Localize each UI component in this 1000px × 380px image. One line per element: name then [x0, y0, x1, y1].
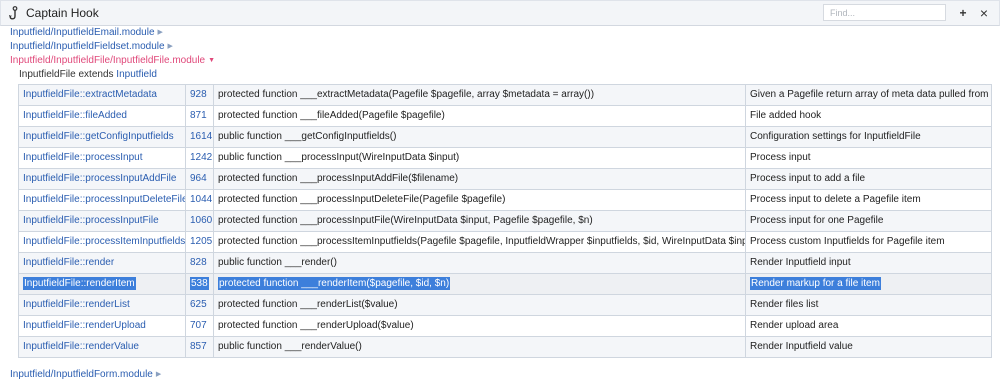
line-number: 1060 [185, 210, 214, 232]
hook-name[interactable]: InputfieldFile::renderList [18, 294, 186, 316]
hook-name[interactable]: InputfieldFile::processInputFile [18, 210, 186, 232]
line-number: 707 [185, 315, 214, 337]
table-row[interactable]: InputfieldFile::processInputAddFile 964 … [18, 168, 992, 190]
hook-signature: public function ___renderValue() [213, 336, 746, 358]
close-button[interactable]: × [973, 3, 995, 23]
line-number: 538 [190, 277, 209, 290]
hook-name[interactable]: InputfieldFile::processInputDeleteFile [18, 189, 186, 211]
hook-signature: public function ___render() [213, 252, 746, 274]
hook-description: Render Inputfield input [745, 252, 992, 274]
hook-signature: protected function ___fileAdded(Pagefile… [213, 105, 746, 127]
collapse-arrow-icon: ▼ [208, 57, 216, 64]
parent-class-link[interactable]: Inputfield [116, 69, 157, 80]
hook-signature: protected function ___processInputFile(W… [213, 210, 746, 232]
line-number: 857 [185, 336, 214, 358]
hook-name[interactable]: InputfieldFile::renderItem [23, 277, 136, 290]
hook-description: Process input to delete a Pagefile item [745, 189, 992, 211]
hook-signature: protected function ___processInputDelete… [213, 189, 746, 211]
hook-description: Process input to add a file [745, 168, 992, 190]
table-row[interactable]: InputfieldFile::renderUpload 707 protect… [18, 315, 992, 337]
module-link[interactable]: Inputfield/InputfieldForm.module ▶ [10, 369, 161, 380]
hook-name[interactable]: InputfieldFile::render [18, 252, 186, 274]
hook-signature: protected function ___renderItem($pagefi… [218, 277, 451, 290]
line-number: 1242 [185, 147, 214, 169]
hook-description: Process input for one Pagefile [745, 210, 992, 232]
line-number: 1205 [185, 231, 214, 253]
line-number: 871 [185, 105, 214, 127]
hook-signature: protected function ___processInputAddFil… [213, 168, 746, 190]
module-link[interactable]: Inputfield/InputfieldFieldset.module ▶ [10, 41, 173, 52]
hook-description: Render Inputfield value [745, 336, 992, 358]
hook-description: Render files list [745, 294, 992, 316]
table-row[interactable]: InputfieldFile::processItemInputfields 1… [18, 231, 992, 253]
hook-name[interactable]: InputfieldFile::processInputAddFile [18, 168, 186, 190]
hook-description: Render upload area [745, 315, 992, 337]
table-row-selected[interactable]: InputfieldFile::renderItem 538 protected… [18, 273, 992, 295]
expand-arrow-icon: ▶ [167, 43, 173, 50]
add-button[interactable]: + [952, 3, 974, 23]
line-number: 964 [185, 168, 214, 190]
hook-name[interactable]: InputfieldFile::fileAdded [18, 105, 186, 127]
line-number: 625 [185, 294, 214, 316]
table-row[interactable]: InputfieldFile::renderList 625 protected… [18, 294, 992, 316]
app-title: Captain Hook [26, 6, 99, 20]
hooks-table: InputfieldFile::extractMetadata 928 prot… [18, 84, 992, 358]
table-row[interactable]: InputfieldFile::getConfigInputfields 161… [18, 126, 992, 148]
hook-icon [9, 6, 18, 20]
hook-description: Given a Pagefile return array of meta da… [745, 84, 992, 106]
module-label: Inputfield/InputfieldFile/InputfieldFile… [10, 55, 206, 66]
hook-signature: public function ___processInput(WireInpu… [213, 147, 746, 169]
class-name: InputfieldFile [19, 69, 76, 80]
hook-description: Configuration settings for InputfieldFil… [745, 126, 992, 148]
module-label: Inputfield/InputfieldEmail.module [10, 27, 155, 38]
extends-line: InputfieldFile extends Inputfield [19, 69, 157, 80]
hook-description: Process custom Inputfields for Pagefile … [745, 231, 992, 253]
hook-name[interactable]: InputfieldFile::processItemInputfields [18, 231, 186, 253]
hook-signature: protected function ___renderUpload($valu… [213, 315, 746, 337]
extends-keyword: extends [78, 69, 114, 80]
module-label: Inputfield/InputfieldForm.module [10, 369, 153, 380]
table-row[interactable]: InputfieldFile::processInputFile 1060 pr… [18, 210, 992, 232]
table-row[interactable]: InputfieldFile::fileAdded 871 protected … [18, 105, 992, 127]
hook-description-cell: Render markup for a file item [745, 273, 992, 295]
table-row[interactable]: InputfieldFile::processInput 1242 public… [18, 147, 992, 169]
table-row[interactable]: InputfieldFile::extractMetadata 928 prot… [18, 84, 992, 106]
hook-name[interactable]: InputfieldFile::extractMetadata [18, 84, 186, 106]
hook-name[interactable]: InputfieldFile::renderValue [18, 336, 186, 358]
expand-arrow-icon: ▶ [157, 29, 163, 36]
hook-name[interactable]: InputfieldFile::renderUpload [18, 315, 186, 337]
hook-signature: protected function ___extractMetadata(Pa… [213, 84, 746, 106]
hook-signature: protected function ___processItemInputfi… [213, 231, 746, 253]
hook-name[interactable]: InputfieldFile::getConfigInputfields [18, 126, 186, 148]
hook-name[interactable]: InputfieldFile::processInput [18, 147, 186, 169]
hook-description: File added hook [745, 105, 992, 127]
hook-description: Render markup for a file item [750, 277, 881, 290]
table-row[interactable]: InputfieldFile::renderValue 857 public f… [18, 336, 992, 358]
line-number: 828 [185, 252, 214, 274]
table-row[interactable]: InputfieldFile::render 828 public functi… [18, 252, 992, 274]
line-number-cell: 538 [185, 273, 214, 295]
hook-signature: protected function ___renderList($value) [213, 294, 746, 316]
hook-signature: public function ___getConfigInputfields(… [213, 126, 746, 148]
title-bar: Captain Hook + × [0, 0, 1000, 26]
module-label: Inputfield/InputfieldFieldset.module [10, 41, 165, 52]
module-link[interactable]: Inputfield/InputfieldEmail.module ▶ [10, 27, 163, 38]
line-number: 928 [185, 84, 214, 106]
hook-description: Process input [745, 147, 992, 169]
module-link-active[interactable]: Inputfield/InputfieldFile/InputfieldFile… [10, 55, 215, 66]
line-number: 1614 [185, 126, 214, 148]
find-input[interactable] [823, 4, 946, 21]
hook-name-cell[interactable]: InputfieldFile::renderItem [18, 273, 186, 295]
line-number: 1044 [185, 189, 214, 211]
table-row[interactable]: InputfieldFile::processInputDeleteFile 1… [18, 189, 992, 211]
hook-signature-cell: protected function ___renderItem($pagefi… [213, 273, 746, 295]
